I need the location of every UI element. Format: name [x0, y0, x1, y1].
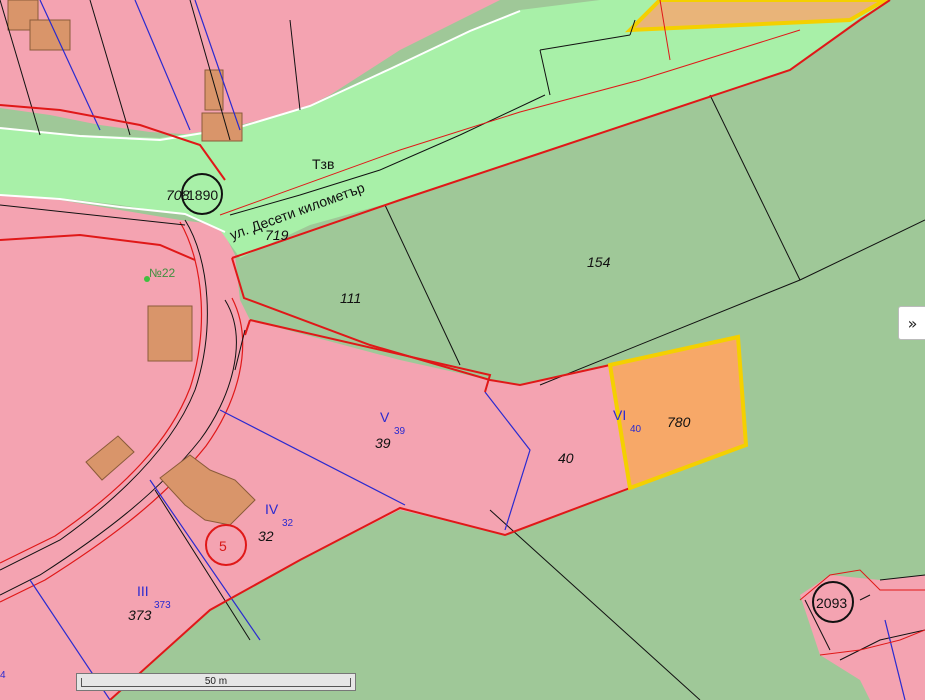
plot-iv-roman-label: IV [265, 501, 279, 517]
plot-40-label: 40 [558, 450, 574, 466]
marker-2093-label: 2093 [816, 595, 847, 611]
plot-719-label: 719 [265, 227, 289, 243]
building-top-2 [204, 69, 224, 111]
plot-32-label: 32 [258, 528, 274, 544]
scale-bar: 50 m [76, 673, 356, 691]
plot-vi-sub-label: 40 [630, 424, 642, 435]
plot-39-label: 39 [375, 435, 391, 451]
plot-v-sub-label: 39 [394, 426, 406, 437]
plot-vi-roman-label: VI [613, 407, 626, 423]
marker-5-label: 5 [219, 538, 227, 554]
plot-iv-sub-label: 32 [282, 518, 294, 529]
plot-111-label: 111 [340, 290, 361, 306]
plot-v-roman-label: V [380, 409, 390, 425]
plot-iii-sub-label: 373 [154, 600, 171, 611]
edge-4-label: 4 [0, 670, 6, 681]
building-no22 [147, 305, 193, 362]
scale-bar-label: 50 m [204, 676, 228, 687]
plot-154-label: 154 [587, 254, 611, 270]
building-top-4 [29, 19, 71, 51]
plot-780-label: 780 [667, 414, 691, 430]
marker-1890-label: 1890 [187, 187, 218, 203]
address-no22-label: №22 [149, 266, 176, 280]
street-code-label: Тзв [312, 156, 334, 172]
expand-panel-button[interactable]: » [898, 306, 925, 340]
cadastral-map[interactable]: ул. Десети километър Тзв 708 1890 719 15… [0, 0, 925, 700]
plot-iii-roman-label: III [137, 583, 149, 599]
plot-373-label: 373 [128, 607, 152, 623]
